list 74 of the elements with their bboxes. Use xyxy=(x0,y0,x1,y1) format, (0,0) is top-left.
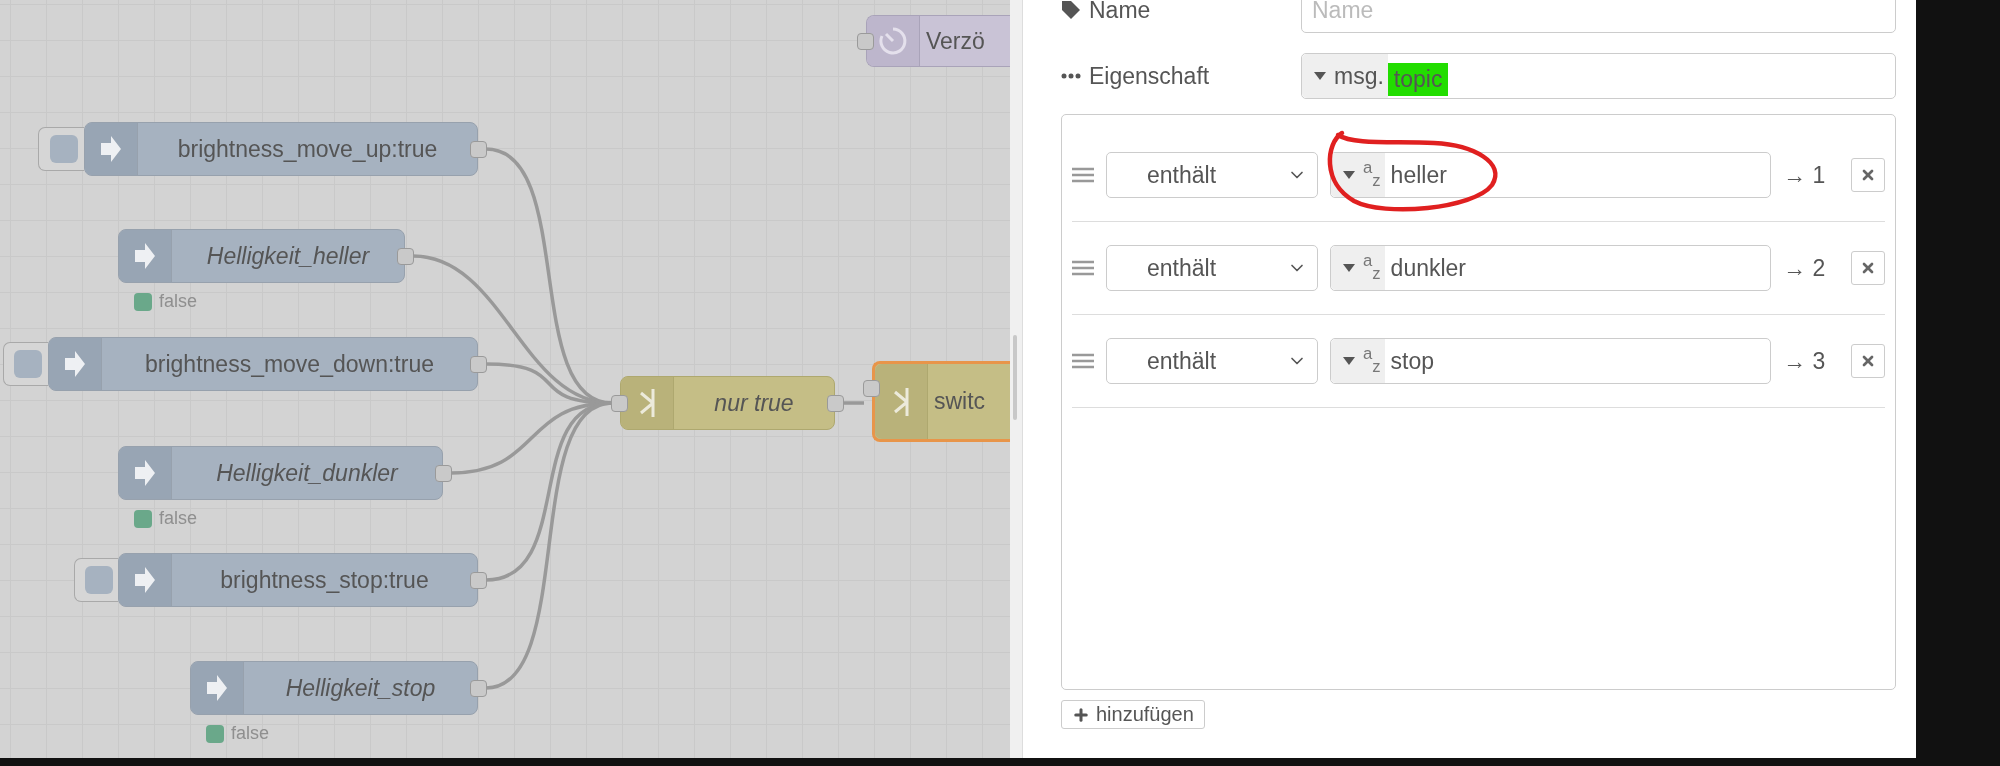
arrow-icon xyxy=(205,673,229,703)
close-icon xyxy=(1860,167,1876,183)
wire xyxy=(843,401,864,405)
name-input[interactable]: Name xyxy=(1301,0,1896,33)
node-label: brightness_move_down:true xyxy=(144,349,435,379)
delay-node[interactable]: Verzö xyxy=(866,15,1010,67)
switch-node[interactable]: switc xyxy=(872,361,1010,442)
operator-select[interactable]: enthält xyxy=(1106,338,1318,384)
output-port[interactable] xyxy=(470,680,487,697)
property-input[interactable]: msg. topic xyxy=(1301,53,1896,99)
caret-icon xyxy=(1343,357,1355,365)
timer-icon xyxy=(878,26,908,56)
close-icon xyxy=(1860,353,1876,369)
node-label: Helligkeit_heller xyxy=(205,241,371,271)
node-label: Helligkeit_dunkler xyxy=(215,458,400,488)
output-label: → 2 xyxy=(1783,254,1827,282)
add-button[interactable]: hinzufügen xyxy=(1061,700,1205,729)
caret-icon xyxy=(1343,264,1355,272)
node-label: switc xyxy=(933,387,987,416)
output-port[interactable] xyxy=(470,141,487,158)
arrow-icon xyxy=(99,134,123,164)
tag-icon xyxy=(1061,0,1081,20)
node-label: brightness_move_up:true xyxy=(176,134,439,164)
caret-icon xyxy=(1343,171,1355,179)
remove-button[interactable] xyxy=(1851,344,1885,378)
switch-node[interactable]: nur true xyxy=(620,376,835,430)
drag-handle-icon[interactable] xyxy=(1072,260,1094,276)
inject-node[interactable]: Helligkeit_heller xyxy=(118,229,405,283)
node-label: Verzö xyxy=(925,26,986,56)
property-value: topic xyxy=(1387,63,1449,96)
fork-icon xyxy=(639,388,655,418)
inject-button[interactable] xyxy=(74,558,118,602)
remove-button[interactable] xyxy=(1851,158,1885,192)
inject-node[interactable]: Helligkeit_dunkler xyxy=(118,446,443,500)
inject-node[interactable]: brightness_stop:true xyxy=(118,553,478,607)
inject-button[interactable] xyxy=(38,127,84,171)
inject-node[interactable]: brightness_move_up:true xyxy=(84,122,478,176)
drag-handle-icon[interactable] xyxy=(1072,167,1094,183)
input-port[interactable] xyxy=(863,380,880,397)
output-port[interactable] xyxy=(470,572,487,589)
plus-icon xyxy=(1072,705,1090,724)
scrollbar-handle[interactable] xyxy=(1013,335,1017,420)
remove-button[interactable] xyxy=(1851,251,1885,285)
arrow-icon xyxy=(133,241,157,271)
field-label: Eigenschaft xyxy=(1089,62,1210,90)
output-label: → 1 xyxy=(1783,161,1827,189)
inject-node[interactable]: Helligkeit_stop xyxy=(190,661,478,715)
ellipsis-icon xyxy=(1061,73,1081,79)
node-label: brightness_stop:true xyxy=(219,565,430,595)
node-label: Helligkeit_stop xyxy=(284,673,437,703)
inject-button[interactable] xyxy=(3,342,48,386)
status-text: false xyxy=(159,291,198,312)
arrow-icon xyxy=(133,458,157,488)
status-text: false xyxy=(159,508,198,529)
output-port[interactable] xyxy=(435,465,452,482)
arrow-icon xyxy=(133,565,157,595)
fork-icon xyxy=(893,386,909,417)
input-port[interactable] xyxy=(857,33,874,50)
output-port[interactable] xyxy=(827,395,844,412)
node-label: nur true xyxy=(713,388,795,418)
inject-node[interactable]: brightness_move_down:true xyxy=(48,337,478,391)
output-port[interactable] xyxy=(397,248,414,265)
drag-handle-icon[interactable] xyxy=(1072,353,1094,369)
type-prefix: msg. xyxy=(1334,62,1384,90)
output-label: → 3 xyxy=(1783,347,1827,375)
output-port[interactable] xyxy=(470,356,487,373)
operator-select[interactable]: enthält xyxy=(1106,245,1318,291)
close-icon xyxy=(1860,260,1876,276)
caret-icon xyxy=(1314,72,1326,80)
operator-select[interactable]: enthält xyxy=(1106,152,1318,198)
arrow-icon xyxy=(63,349,87,379)
input-port[interactable] xyxy=(611,395,628,412)
status-text: false xyxy=(231,723,270,744)
field-label: Name xyxy=(1089,0,1151,24)
